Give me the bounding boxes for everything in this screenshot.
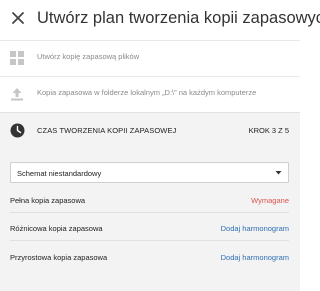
upload-icon: [11, 88, 23, 101]
step-backup-location[interactable]: Kopia zapasowa w folderze lokalnym „D:\”…: [0, 76, 300, 112]
incremental-backup-label: Przyrostowa kopia zapasowa: [10, 253, 108, 262]
page-title: Utwórz plan tworzenia kopii zapasowych: [37, 9, 320, 27]
full-backup-label: Pełna kopia zapasowa: [10, 196, 86, 205]
scheme-select-value: Schemat niestandardowy: [17, 169, 102, 178]
full-backup-row: Pełna kopia zapasowa Wymagane: [10, 187, 289, 213]
required-badge: Wymagane: [251, 196, 289, 205]
incremental-backup-row: Przyrostowa kopia zapasowa Dodaj harmono…: [10, 244, 289, 270]
step-label: Utwórz kopię zapasową plików: [37, 52, 140, 61]
chevron-down-icon: [275, 171, 282, 175]
differential-backup-row: Różnicowa kopia zapasowa Dodaj harmonogr…: [10, 215, 289, 241]
backup-schedule-section: CZAS TWORZENIA KOPII ZAPASOWEJ KROK 3 Z …: [0, 112, 300, 291]
differential-backup-label: Różnicowa kopia zapasowa: [10, 224, 103, 233]
section-title: CZAS TWORZENIA KOPII ZAPASOWEJ: [37, 126, 177, 135]
step-counter: KROK 3 Z 5: [248, 126, 289, 135]
step-label: Kopia zapasowa w folderze lokalnym „D:\”…: [37, 88, 257, 97]
add-schedule-link-incremental[interactable]: Dodaj harmonogram: [221, 253, 289, 262]
add-schedule-link-differential[interactable]: Dodaj harmonogram: [221, 224, 289, 233]
clock-icon: [10, 123, 25, 138]
scheme-select[interactable]: Schemat niestandardowy: [10, 162, 289, 183]
step-backup-files[interactable]: Utwórz kopię zapasową plików: [0, 40, 300, 76]
grid-icon: [10, 51, 24, 65]
close-icon[interactable]: [10, 10, 26, 26]
dialog-header: Utwórz plan tworzenia kopii zapasowych: [0, 0, 320, 40]
